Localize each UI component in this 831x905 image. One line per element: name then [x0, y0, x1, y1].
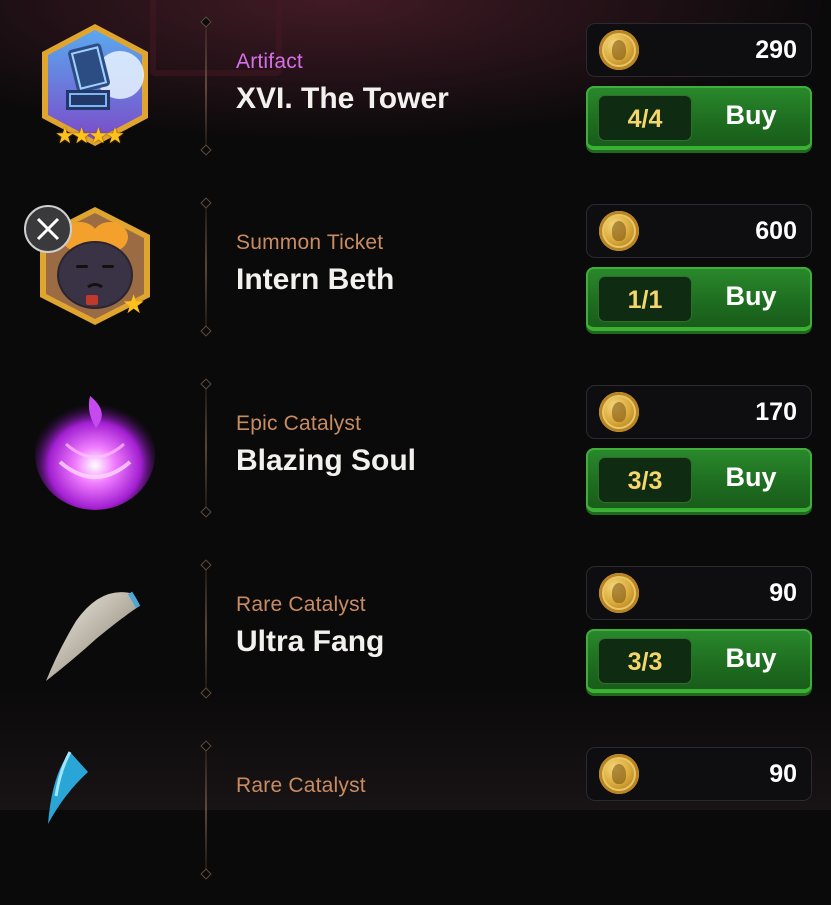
- gold-coin-icon: [599, 30, 639, 70]
- price-box: 90: [586, 566, 812, 620]
- item-name: Blazing Soul: [236, 444, 416, 477]
- crossed-swords-icon: [24, 205, 72, 253]
- buy-label: Buy: [725, 281, 777, 311]
- svg-text:★: ★: [122, 290, 145, 320]
- divider: [205, 746, 207, 874]
- shop-item-row: ★ Summon Ticket Intern Beth 600 1/1 Buy: [0, 181, 831, 362]
- stock-value: 4/4: [627, 105, 663, 133]
- stock-value: 3/3: [627, 467, 663, 495]
- shop-item-row: Epic Catalyst Blazing Soul 170 3/3 Buy: [0, 362, 831, 543]
- gold-coin-icon: [599, 392, 639, 432]
- item-category: Epic Catalyst: [236, 412, 362, 435]
- stock-counter: 1/1: [598, 276, 692, 322]
- divider: [205, 384, 207, 512]
- gold-coin-icon: [599, 573, 639, 613]
- shop-item-row: ★★★★ Artifact XVI. The Tower 290 4/4 Buy: [0, 0, 831, 181]
- gold-coin-icon: [599, 754, 639, 794]
- fang-icon[interactable]: [30, 563, 160, 693]
- blue-claw-icon[interactable]: [30, 744, 160, 874]
- stock-value: 3/3: [627, 648, 663, 676]
- price-value: 290: [755, 36, 797, 64]
- divider: [205, 22, 207, 150]
- price-box: 600: [586, 204, 812, 258]
- buy-button[interactable]: 3/3 Buy: [586, 448, 812, 512]
- stock-counter: 3/3: [598, 638, 692, 684]
- tower-artifact-icon[interactable]: ★★★★: [30, 20, 160, 150]
- stock-counter: 3/3: [598, 457, 692, 503]
- purple-flame-icon[interactable]: [30, 382, 160, 512]
- item-name: Intern Beth: [236, 263, 395, 296]
- rarity-stars: ★★★★: [55, 123, 125, 148]
- price-value: 170: [755, 398, 797, 426]
- price-value: 90: [769, 760, 797, 788]
- buy-label: Buy: [725, 100, 777, 130]
- item-name: XVI. The Tower: [236, 82, 449, 115]
- price-box: 170: [586, 385, 812, 439]
- divider: [205, 565, 207, 693]
- item-name: Ultra Fang: [236, 625, 385, 658]
- item-category: Summon Ticket: [236, 231, 384, 254]
- price-box: 90: [586, 747, 812, 801]
- divider: [205, 203, 207, 331]
- price-value: 90: [769, 579, 797, 607]
- buy-label: Buy: [725, 462, 777, 492]
- shop-item-row: Rare Catalyst Ultra Fang 90 3/3 Buy: [0, 543, 831, 724]
- buy-button[interactable]: 4/4 Buy: [586, 86, 812, 150]
- stock-counter: 4/4: [598, 95, 692, 141]
- price-value: 600: [755, 217, 797, 245]
- stock-value: 1/1: [627, 286, 663, 314]
- buy-button[interactable]: 1/1 Buy: [586, 267, 812, 331]
- item-category: Artifact: [236, 50, 303, 73]
- shop-item-row: Rare Catalyst 90: [0, 724, 831, 905]
- price-box: 290: [586, 23, 812, 77]
- item-category: Rare Catalyst: [236, 774, 366, 797]
- gold-coin-icon: [599, 211, 639, 251]
- buy-label: Buy: [725, 643, 777, 673]
- buy-button[interactable]: 3/3 Buy: [586, 629, 812, 693]
- item-category: Rare Catalyst: [236, 593, 366, 616]
